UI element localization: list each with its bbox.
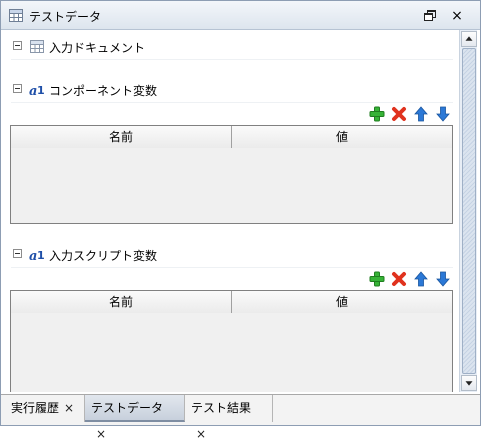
grid-icon <box>30 40 44 53</box>
add-icon[interactable] <box>369 106 385 122</box>
scroll-down-arrow-icon[interactable] <box>461 375 477 391</box>
section-label: コンポーネント変数 <box>49 84 158 98</box>
tab-label: テスト結果 <box>191 401 252 415</box>
move-down-icon[interactable] <box>435 271 451 287</box>
panel-title: テストデータ <box>29 10 102 24</box>
table-header: 名前 値 <box>11 126 452 148</box>
bottom-tab-bar: 実行履歴 × テストデータ× テスト結果× <box>1 394 480 441</box>
tab-label: テストデータ <box>91 401 164 415</box>
tab-test-data[interactable]: テストデータ× <box>85 395 185 441</box>
divider <box>11 59 453 60</box>
collapse-toggle[interactable] <box>13 249 22 258</box>
content-area: 入力ドキュメント a 1 コンポーネント変数 名前 値 a 1 入力スクリプト変… <box>1 30 459 392</box>
column-header-value[interactable]: 値 <box>232 126 452 148</box>
close-icon[interactable]: × <box>64 395 74 421</box>
section-input-document[interactable]: 入力ドキュメント <box>1 34 459 60</box>
tab-label: 実行履歴 <box>11 401 60 415</box>
variable-icon: a 1 <box>29 249 45 262</box>
component-variables-table[interactable]: 名前 値 <box>10 125 453 224</box>
vertical-scrollbar[interactable] <box>459 30 477 392</box>
column-header-name[interactable]: 名前 <box>11 126 232 148</box>
grid-icon <box>9 9 23 22</box>
tab-test-results[interactable]: テスト結果× <box>185 395 273 441</box>
table-header: 名前 値 <box>11 291 452 313</box>
close-icon[interactable]: × <box>196 421 206 447</box>
delete-icon[interactable] <box>391 271 407 287</box>
script-variables-table[interactable]: 名前 値 <box>10 290 453 392</box>
restore-window-icon[interactable] <box>421 7 439 25</box>
section-label: 入力スクリプト変数 <box>49 249 158 263</box>
column-header-value[interactable]: 値 <box>232 291 452 313</box>
tab-execution-history[interactable]: 実行履歴 × <box>5 395 85 422</box>
close-icon[interactable]: × <box>96 421 106 447</box>
component-variables-toolbar <box>368 106 453 122</box>
delete-icon[interactable] <box>391 106 407 122</box>
section-component-variables[interactable]: a 1 コンポーネント変数 <box>1 77 459 103</box>
divider <box>11 102 453 103</box>
divider <box>11 267 453 268</box>
move-up-icon[interactable] <box>413 271 429 287</box>
scroll-up-arrow-icon[interactable] <box>461 31 477 47</box>
close-panel-button[interactable]: × <box>448 7 466 25</box>
section-input-script-variables[interactable]: a 1 入力スクリプト変数 <box>1 242 459 268</box>
column-header-name[interactable]: 名前 <box>11 291 232 313</box>
collapse-toggle[interactable] <box>13 41 22 50</box>
svg-text:1: 1 <box>37 84 45 97</box>
title-bar: テストデータ × <box>1 1 480 30</box>
section-label: 入力ドキュメント <box>49 41 146 55</box>
add-icon[interactable] <box>369 271 385 287</box>
script-variables-toolbar <box>368 271 453 287</box>
collapse-toggle[interactable] <box>13 84 22 93</box>
svg-text:1: 1 <box>37 249 45 262</box>
test-data-panel: テストデータ × 入力ドキュメント a 1 コンポーネント変数 名前 値 a 1… <box>0 0 481 441</box>
scrollbar-thumb[interactable] <box>462 48 476 374</box>
move-up-icon[interactable] <box>413 106 429 122</box>
variable-icon: a 1 <box>29 84 45 97</box>
move-down-icon[interactable] <box>435 106 451 122</box>
